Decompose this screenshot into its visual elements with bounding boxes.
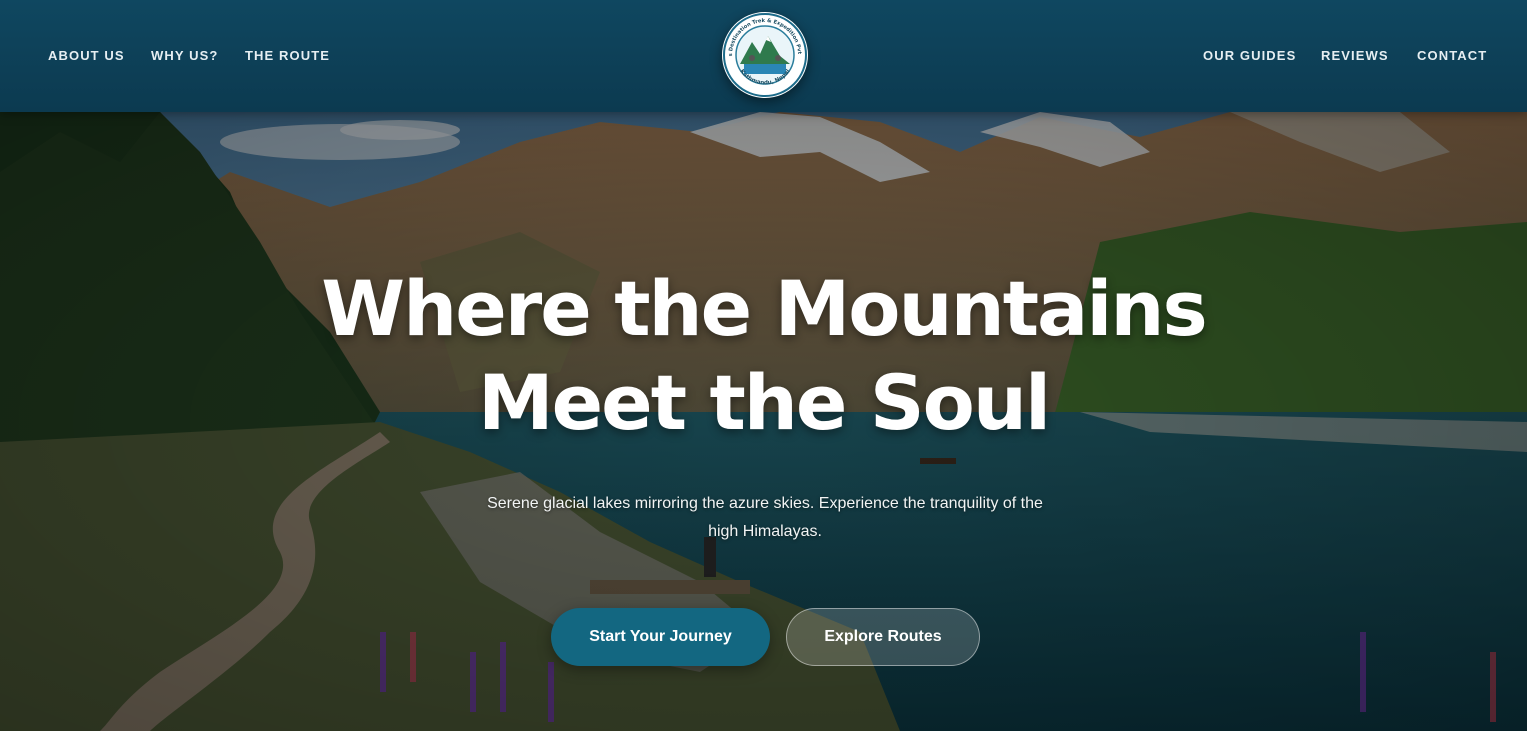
hero-subtitle: Serene glacial lakes mirroring the azure… bbox=[487, 495, 1043, 540]
site-header: ABOUT US WHY US? THE ROUTE Lotus Destina… bbox=[0, 0, 1527, 112]
logo-emblem-icon: Lotus Destination Trek & Expedition Pvt.… bbox=[722, 12, 807, 97]
nav-about-us[interactable]: ABOUT US bbox=[48, 48, 125, 63]
company-logo[interactable]: Lotus Destination Trek & Expedition Pvt.… bbox=[722, 12, 808, 98]
hero-title: Where the Mountains Meet the Soul bbox=[0, 262, 1527, 450]
nav-contact[interactable]: CONTACT bbox=[1417, 48, 1487, 63]
hero-title-line-2: Meet the Soul bbox=[477, 358, 1051, 447]
nav-why-us[interactable]: WHY US? bbox=[151, 48, 218, 63]
start-your-journey-button[interactable]: Start Your Journey bbox=[551, 608, 770, 666]
explore-routes-button[interactable]: Explore Routes bbox=[786, 608, 980, 666]
nav-the-route[interactable]: THE ROUTE bbox=[245, 48, 330, 63]
hero-section: Where the Mountains Meet the Soul Serene… bbox=[0, 112, 1527, 731]
nav-reviews[interactable]: REVIEWS bbox=[1321, 48, 1389, 63]
nav-our-guides[interactable]: OUR GUIDES bbox=[1203, 48, 1296, 63]
hero-title-line-1: Where the Mountains bbox=[321, 264, 1207, 353]
